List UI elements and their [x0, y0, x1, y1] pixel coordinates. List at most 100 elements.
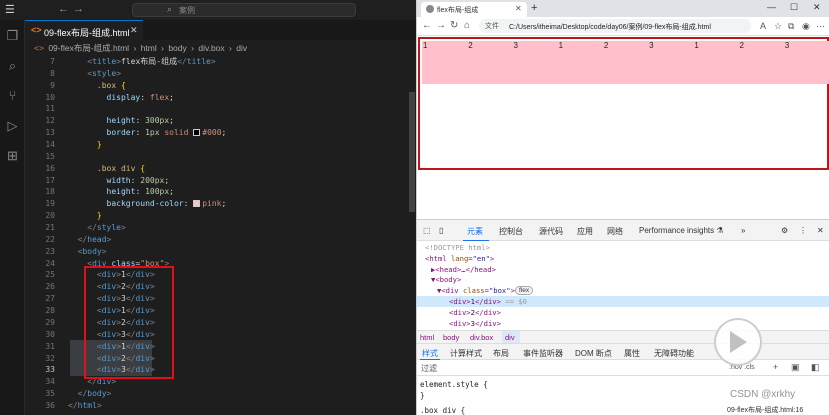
subtab-computed[interactable]: 计算样式: [450, 348, 482, 359]
code-editor[interactable]: 7 <title>flex布局-组成</title> 8 <style> 9 .bo…: [25, 55, 408, 415]
breadcrumb-item-div-box[interactable]: div.box: [198, 43, 224, 53]
code-line[interactable]: </style>: [68, 222, 126, 234]
browser-tab[interactable]: flex布局-组成 ✕: [421, 2, 527, 17]
address-bar[interactable]: 文件 C:/Users/itheima/Desktop/code/day06/案…: [479, 19, 751, 33]
menu-icon[interactable]: ☰: [5, 4, 17, 16]
dom-node[interactable]: <html lang="en">: [425, 254, 494, 265]
favorite-star-icon[interactable]: ☆: [774, 21, 782, 32]
line-number: 33: [45, 365, 55, 375]
inspect-element-icon[interactable]: ⬚: [423, 226, 431, 235]
code-line[interactable]: </html>: [68, 400, 102, 412]
dom-node[interactable]: ▼<div class="box">: [437, 286, 515, 297]
maximize-icon[interactable]: ☐: [790, 2, 798, 13]
devtools-tab-network[interactable]: 网络: [607, 226, 623, 237]
devtools-tab-sources[interactable]: 源代码: [539, 226, 563, 237]
dom-tree-panel[interactable]: <!DOCTYPE html> <html lang="en"> ▶<head>…<…: [417, 241, 829, 329]
explorer-icon[interactable]: ❐: [5, 28, 20, 43]
title-bar: ☰ ← → ⌕ 案例: [0, 0, 416, 20]
tab-active-file[interactable]: <> 09-flex布局-组成.html ✕: [25, 20, 143, 40]
dom-node[interactable]: <!DOCTYPE html>: [425, 243, 490, 254]
close-devtools-icon[interactable]: ✕: [817, 226, 824, 235]
code-line[interactable]: height: 300px;: [68, 115, 174, 127]
subtab-styles[interactable]: 样式: [422, 348, 438, 359]
dom-node[interactable]: ▶<head>…</head>: [431, 265, 496, 276]
add-rule-icon[interactable]: +: [773, 362, 778, 372]
crumb-div[interactable]: div: [505, 333, 515, 342]
line-number: 10: [45, 92, 55, 102]
url-text: C:/Users/itheima/Desktop/code/day06/案例/0…: [509, 24, 711, 31]
code-line[interactable]: }: [68, 210, 102, 222]
editor-scrollbar-thumb[interactable]: [409, 92, 415, 212]
forward-arrow-icon[interactable]: →: [436, 20, 446, 31]
dom-node[interactable]: ▼<body>: [431, 275, 461, 286]
breadcrumb-item-html[interactable]: html: [141, 43, 157, 53]
breadcrumb-item-file[interactable]: 09-flex布局-组成.html: [48, 43, 129, 53]
line-number: 25: [45, 270, 55, 280]
code-line[interactable]: .box {: [68, 80, 126, 92]
breadcrumb-item-body[interactable]: body: [168, 43, 186, 53]
extensions-icon[interactable]: ⊞: [5, 148, 20, 163]
device-toolbar-icon[interactable]: ▯: [439, 226, 443, 235]
command-center-search[interactable]: ⌕ 案例: [132, 3, 356, 17]
filter-input[interactable]: 过滤: [421, 363, 437, 374]
more-options-icon[interactable]: ⋮: [799, 226, 807, 235]
flex-badge[interactable]: flex: [515, 286, 534, 295]
code-line[interactable]: }: [68, 139, 102, 151]
settings-gear-icon[interactable]: ⚙: [781, 226, 788, 235]
dom-node[interactable]: <div>3</div>: [449, 319, 501, 330]
code-line[interactable]: height: 100px;: [68, 186, 174, 198]
close-icon[interactable]: ✕: [130, 25, 138, 36]
crumb-div-box[interactable]: div.box: [470, 333, 493, 342]
code-line[interactable]: background-color: pink;: [68, 198, 227, 210]
minimize-icon[interactable]: —: [767, 2, 776, 12]
code-line[interactable]: <style>: [68, 68, 121, 80]
style-rule-box-div[interactable]: .box div {: [420, 406, 465, 415]
toggle-sidebar-icon[interactable]: ◧: [811, 362, 820, 373]
code-line[interactable]: width: 200px;: [68, 175, 170, 187]
subtab-event-listeners[interactable]: 事件监听器: [523, 348, 563, 359]
code-line[interactable]: display: flex;: [68, 92, 174, 104]
subtab-layout[interactable]: 布局: [493, 348, 509, 359]
more-tabs-icon[interactable]: »: [741, 226, 745, 235]
close-tab-icon[interactable]: ✕: [515, 4, 522, 13]
devtools-tab-performance-insights[interactable]: Performance insights ⚗: [639, 226, 724, 235]
dom-node[interactable]: <div>1</div> == $0: [449, 297, 527, 308]
code-line[interactable]: </body>: [68, 388, 112, 400]
forward-arrow-icon[interactable]: →: [73, 3, 84, 15]
subtab-dom-breakpoints[interactable]: DOM 断点: [575, 348, 612, 359]
back-arrow-icon[interactable]: ←: [58, 3, 69, 15]
subtab-properties[interactable]: 属性: [624, 348, 640, 359]
home-icon[interactable]: ⌂: [464, 20, 470, 31]
devtools-tab-application[interactable]: 应用: [577, 226, 593, 237]
tab-label: 09-flex布局-组成.html: [44, 28, 130, 38]
code-line[interactable]: <body>: [68, 246, 107, 258]
reload-icon[interactable]: ↻: [450, 20, 458, 31]
code-line[interactable]: .box div {: [68, 163, 145, 175]
new-tab-button[interactable]: +: [531, 2, 537, 14]
crumb-body[interactable]: body: [443, 333, 459, 342]
devtools-tab-console[interactable]: 控制台: [499, 226, 523, 237]
search-view-icon[interactable]: ⌕: [5, 58, 20, 73]
line-number: 19: [45, 199, 55, 209]
breadcrumb-item-div[interactable]: div: [236, 43, 247, 53]
close-window-icon[interactable]: ✕: [813, 2, 821, 13]
line-number: 13: [45, 128, 55, 138]
subtab-accessibility[interactable]: 无障碍功能: [654, 348, 694, 359]
devtools-tab-elements[interactable]: 元素: [467, 226, 483, 237]
source-control-icon[interactable]: ⑂: [5, 88, 20, 103]
collections-icon[interactable]: ⧉: [788, 21, 794, 32]
style-rule-element[interactable]: element.style {: [420, 380, 488, 389]
style-source-link[interactable]: 09-flex布局-组成.html:16: [727, 405, 803, 415]
translate-icon[interactable]: A: [760, 21, 766, 31]
chevron-right-icon: ›: [229, 43, 232, 53]
back-arrow-icon[interactable]: ←: [422, 20, 432, 31]
code-line[interactable]: <title>flex布局-组成</title>: [68, 56, 215, 68]
dom-node[interactable]: <div>2</div>: [449, 308, 501, 319]
code-line[interactable]: border: 1px solid #000;: [68, 127, 227, 139]
crumb-html[interactable]: html: [420, 333, 434, 342]
run-debug-icon[interactable]: ▷: [5, 118, 20, 133]
code-line[interactable]: </head>: [68, 234, 112, 246]
computed-sidebar-icon[interactable]: ▣: [791, 362, 800, 373]
more-menu-icon[interactable]: ⋯: [816, 21, 825, 32]
profile-icon[interactable]: ◉: [802, 21, 810, 32]
